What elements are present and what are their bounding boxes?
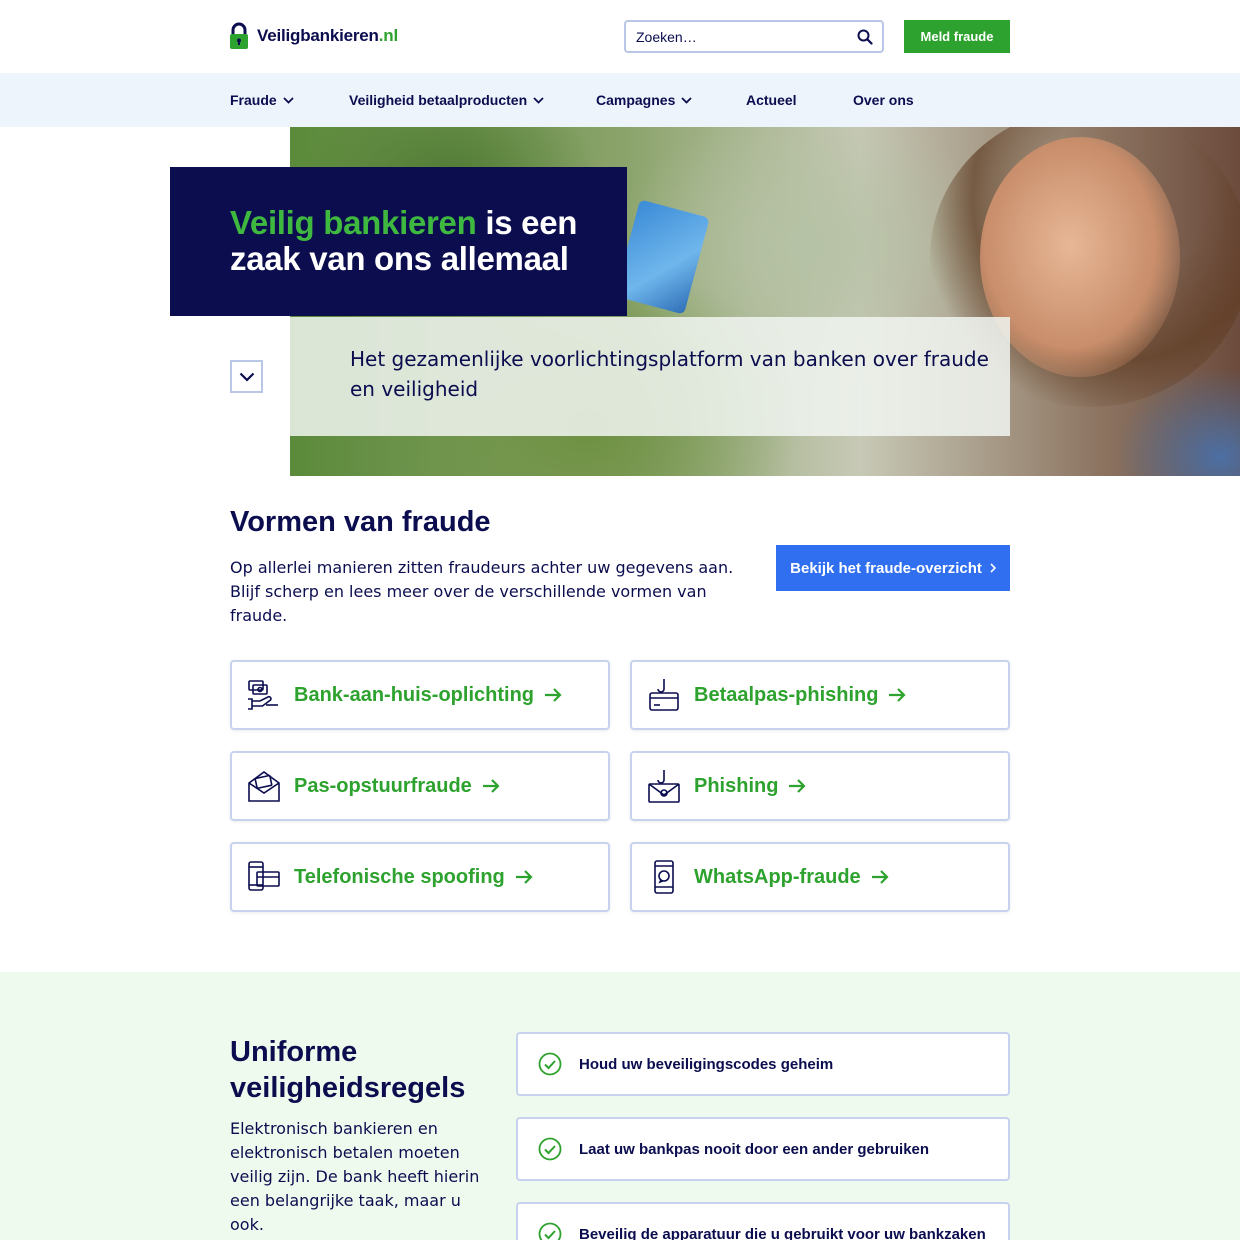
fraud-card-phishing[interactable]: Phishing (630, 751, 1010, 821)
hand-money-icon (248, 680, 278, 710)
nav-item-label: Over ons (853, 92, 914, 108)
main-nav: Fraude Veiligheid betaalproducten Campag… (0, 73, 1240, 127)
logo-tld: .nl (378, 26, 398, 45)
fraud-card-label: WhatsApp-fraude (694, 865, 861, 888)
rules-section-title: Uniforme veiligheidsregels (230, 1036, 466, 1104)
fraud-section-text: Op allerlei manieren zitten fraudeurs ac… (230, 558, 734, 625)
check-circle-icon (538, 1222, 562, 1240)
chevron-right-icon (990, 563, 996, 573)
nav-item-veiligheid-betaalproducten[interactable]: Veiligheid betaalproducten (349, 73, 544, 127)
rule-item[interactable]: Houd uw beveiligingscodes geheim (516, 1032, 1010, 1096)
arrow-right-icon (515, 870, 533, 884)
bank-card-image (614, 199, 710, 315)
smartphone-icon (654, 860, 674, 894)
fraud-section-title: Vormen van fraude (230, 506, 491, 538)
fraud-card-whatsapp-fraude[interactable]: WhatsApp-fraude (630, 842, 1010, 912)
check-circle-icon (538, 1137, 562, 1161)
search-input[interactable] (626, 22, 836, 51)
fraud-card-label: Pas-opstuurfraude (294, 774, 472, 797)
fraud-card-betaalpas-phishing[interactable]: Betaalpas-phishing (630, 660, 1010, 730)
arrow-right-icon (889, 688, 907, 702)
chevron-down-icon (533, 96, 544, 104)
nav-item-over-ons[interactable]: Over ons (853, 73, 914, 127)
hero-title: Veilig bankieren is een zaak van ons all… (230, 205, 627, 277)
fraud-card-pas-opstuurfraude[interactable]: Pas-opstuurfraude (230, 751, 610, 821)
hero-title-accent: Veilig bankieren (230, 204, 477, 241)
nav-item-label: Actueel (746, 92, 797, 108)
arrow-right-icon (482, 779, 500, 793)
site-logo[interactable]: Veiligbankieren.nl (229, 22, 398, 50)
hero-title-box: Veilig bankieren is een zaak van ons all… (170, 167, 627, 316)
nav-item-actueel[interactable]: Actueel (746, 73, 797, 127)
fraud-card-label: Betaalpas-phishing (694, 683, 879, 706)
check-circle-icon (538, 1052, 562, 1076)
search-box (624, 20, 884, 53)
nav-item-campagnes[interactable]: Campagnes (596, 73, 692, 127)
search-icon[interactable] (857, 29, 873, 45)
fraud-card-telefonische-spoofing[interactable]: Telefonische spoofing (230, 842, 610, 912)
nav-item-label: Fraude (230, 92, 277, 108)
card-hook-icon (649, 679, 679, 711)
padlock-icon (230, 22, 248, 49)
scroll-down-button[interactable] (230, 360, 263, 393)
arrow-right-icon (871, 870, 889, 884)
safety-rules-section: Uniforme veiligheidsregels Elektronisch … (0, 972, 1240, 1240)
fraud-card-label: Phishing (694, 774, 779, 797)
envelope-card-icon (248, 771, 280, 802)
rule-label: Beveilig de apparatuur die u gebruikt vo… (579, 1225, 986, 1240)
arrow-right-icon (545, 688, 562, 702)
fraud-card-label: Telefonische spoofing (294, 865, 505, 888)
rule-item[interactable]: Laat uw bankpas nooit door een ander geb… (516, 1117, 1010, 1181)
report-fraud-button[interactable]: Meld fraude (904, 20, 1010, 53)
chevron-down-icon (681, 96, 692, 104)
chevron-down-icon (283, 96, 294, 104)
fraud-card-label: Bank-aan-huis-oplichting (294, 683, 534, 706)
rules-section-text: Elektronisch bankieren en elektronisch b… (230, 1119, 480, 1234)
envelope-hook-icon (648, 770, 680, 803)
rule-label: Laat uw bankpas nooit door een ander geb… (579, 1140, 930, 1158)
arrow-right-icon (789, 779, 807, 793)
rule-item[interactable]: Beveilig de apparatuur die u gebruikt vo… (516, 1202, 1010, 1240)
chevron-down-icon (239, 372, 254, 382)
hero-subtitle-box: Het gezamenlijke voorlichtingsplatform v… (290, 317, 1010, 436)
fraud-card-bank-aan-huis[interactable]: Bank-aan-huis-oplichting (230, 660, 610, 730)
nav-item-label: Campagnes (596, 92, 676, 108)
fraud-overview-button[interactable]: Bekijk het fraude-overzicht (776, 545, 1010, 591)
logo-name: Veiligbankieren (257, 26, 379, 45)
hero-subtitle: Het gezamenlijke voorlichtingsplatform v… (350, 347, 989, 401)
nav-item-label: Veiligheid betaalproducten (349, 92, 528, 108)
rule-label: Houd uw beveiligingscodes geheim (579, 1055, 834, 1073)
nav-item-fraude[interactable]: Fraude (230, 73, 294, 127)
site-header: Veiligbankieren.nl Meld fraude (0, 0, 1240, 73)
fraud-overview-label: Bekijk het fraude-overzicht (790, 559, 982, 577)
phone-card-icon (248, 861, 280, 891)
